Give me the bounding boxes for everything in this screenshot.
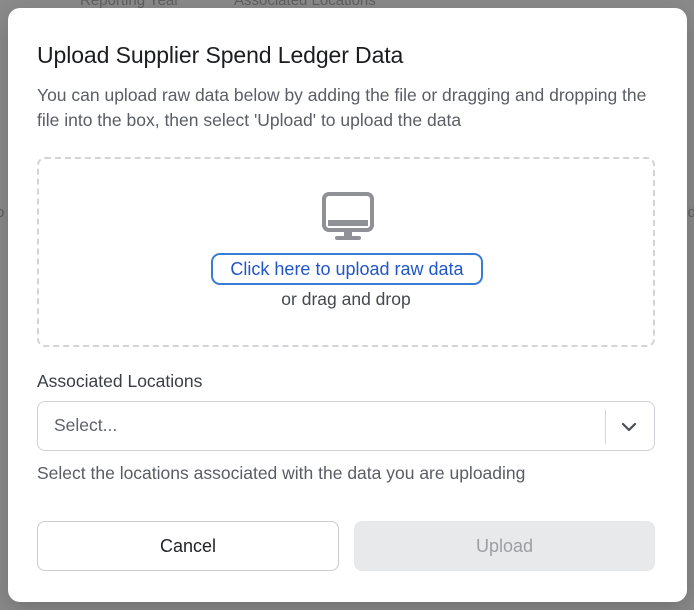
upload-link[interactable]: Click here to upload raw data: [211, 253, 483, 285]
monitor-icon: [322, 192, 374, 240]
modal-title: Upload Supplier Spend Ledger Data: [37, 42, 404, 68]
cancel-button[interactable]: Cancel: [37, 521, 339, 571]
chevron-down-icon[interactable]: [619, 417, 639, 437]
associated-locations-label: Associated Locations: [37, 371, 203, 391]
locations-helper-text: Select the locations associated with the…: [37, 463, 526, 483]
select-placeholder: Select...: [54, 415, 118, 435]
modal-description: You can upload raw data below by adding …: [37, 85, 647, 130]
upload-button[interactable]: Upload: [354, 521, 655, 571]
select-divider: [605, 410, 606, 444]
background-text-fragment-right: d: [687, 204, 694, 221]
background-text-fragment-left: o: [0, 204, 5, 221]
associated-locations-select[interactable]: Select...: [37, 401, 655, 451]
upload-modal: Upload Supplier Spend Ledger Data You ca…: [8, 8, 687, 602]
file-dropzone[interactable]: Click here to upload raw data or drag an…: [37, 157, 655, 347]
drag-and-drop-text: or drag and drop: [281, 289, 411, 309]
